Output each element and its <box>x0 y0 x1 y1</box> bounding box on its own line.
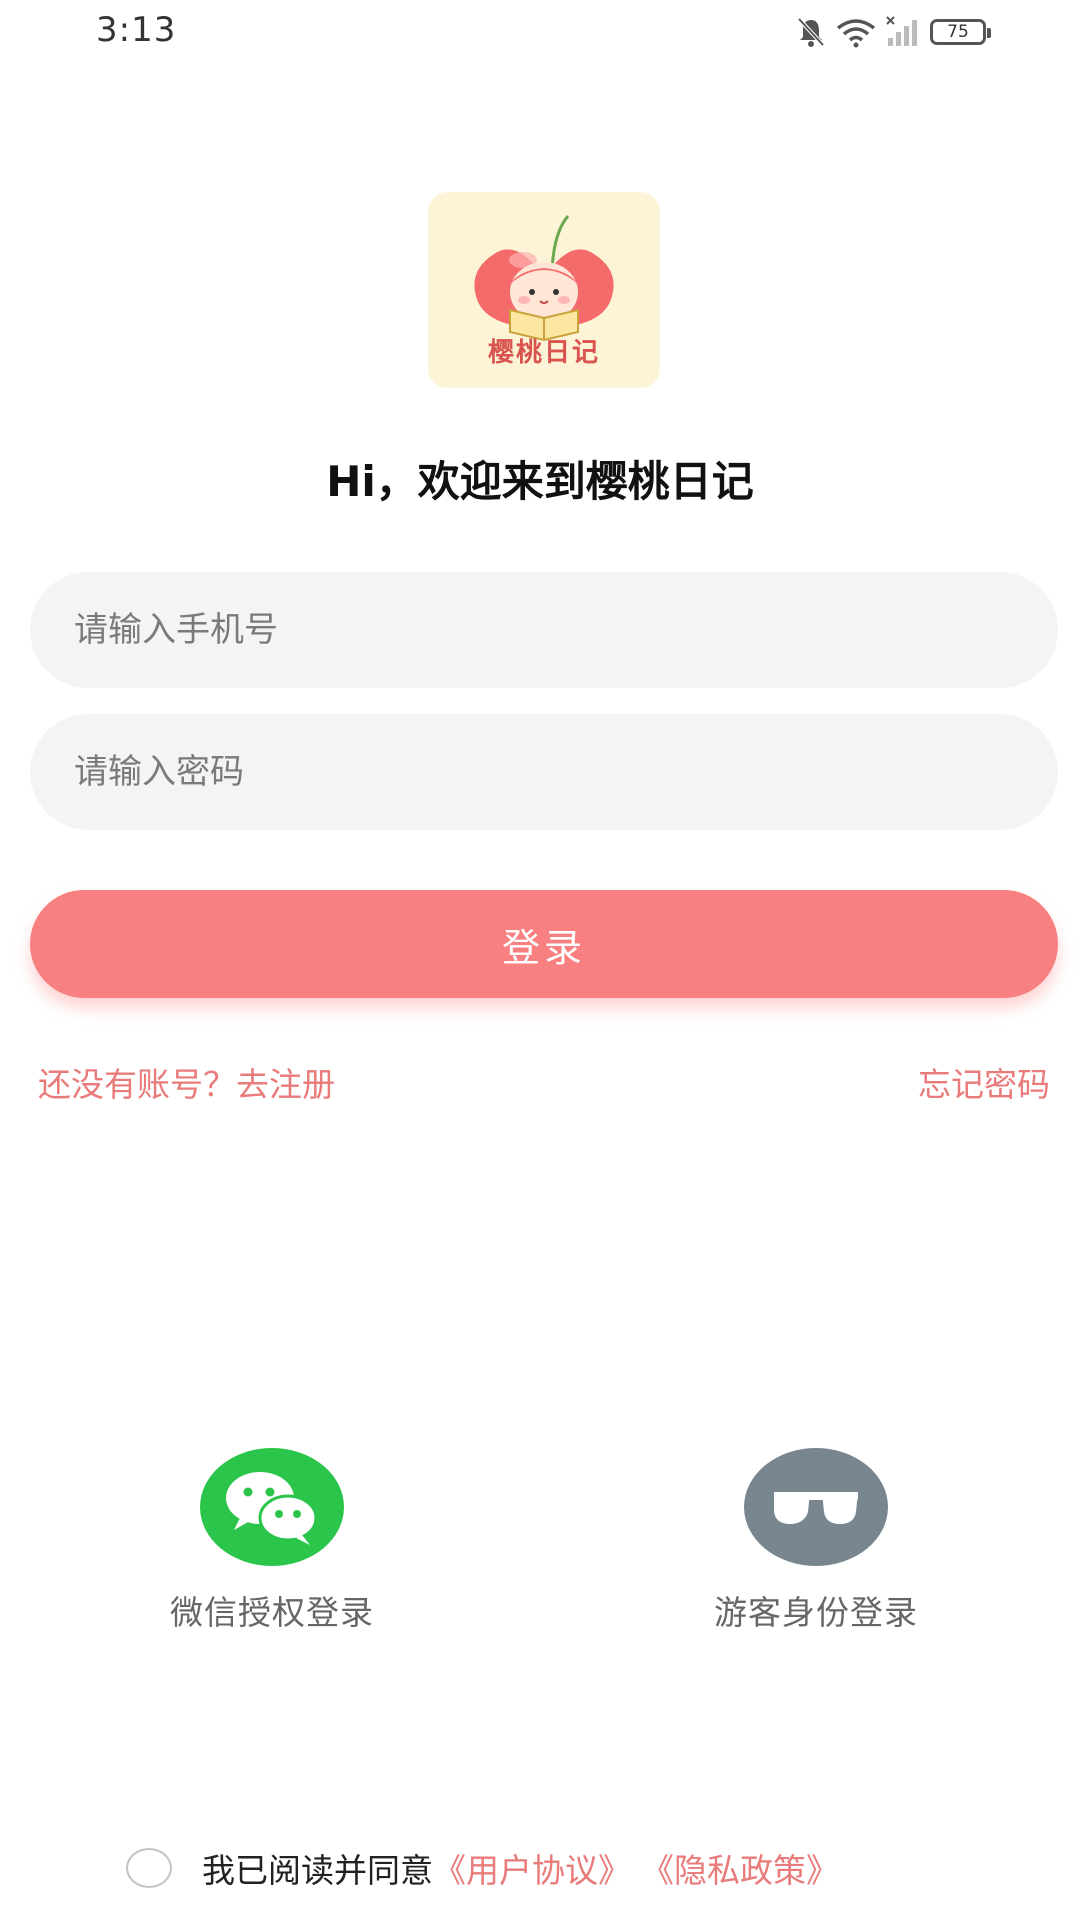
status-time: 3:13 <box>96 10 177 50</box>
agreement-row: 我已阅读并同意 《用户协议》 《隐私政策》 <box>126 1843 839 1893</box>
sunglasses-icon[interactable] <box>744 1448 888 1566</box>
forgot-password-link[interactable]: 忘记密码 <box>918 1058 1050 1106</box>
bell-off-icon <box>796 16 826 48</box>
guest-login-label: 游客身份登录 <box>714 1593 918 1632</box>
app-logo: 樱桃日记 <box>428 192 660 388</box>
wifi-icon <box>836 16 876 48</box>
wechat-login-label: 微信授权登录 <box>170 1593 374 1632</box>
status-icons: 75 <box>796 12 991 52</box>
welcome-title: Hi，欢迎来到樱桃日记 <box>326 457 754 506</box>
privacy-policy-link[interactable]: 《隐私政策》 <box>641 1844 839 1892</box>
logo-text: 樱桃日记 <box>487 338 600 368</box>
status-bar: 3:13 75 <box>0 0 1080 64</box>
login-button[interactable]: 登录 <box>30 890 1058 998</box>
wechat-icon[interactable] <box>200 1448 344 1566</box>
agree-radio[interactable] <box>126 1848 172 1888</box>
signal-icon <box>886 16 920 48</box>
user-agreement-link[interactable]: 《用户协议》 <box>433 1844 631 1892</box>
phone-input[interactable] <box>30 572 1058 688</box>
register-link[interactable]: 还没有账号？去注册 <box>38 1058 335 1106</box>
battery-level: 75 <box>947 21 969 42</box>
password-input[interactable] <box>30 714 1058 830</box>
agree-text: 我已阅读并同意 <box>202 1851 433 1890</box>
battery-icon: 75 <box>930 19 991 45</box>
wechat-login-button[interactable]: 微信授权登录 <box>122 1448 422 1634</box>
guest-login-button[interactable]: 游客身份登录 <box>666 1448 966 1634</box>
